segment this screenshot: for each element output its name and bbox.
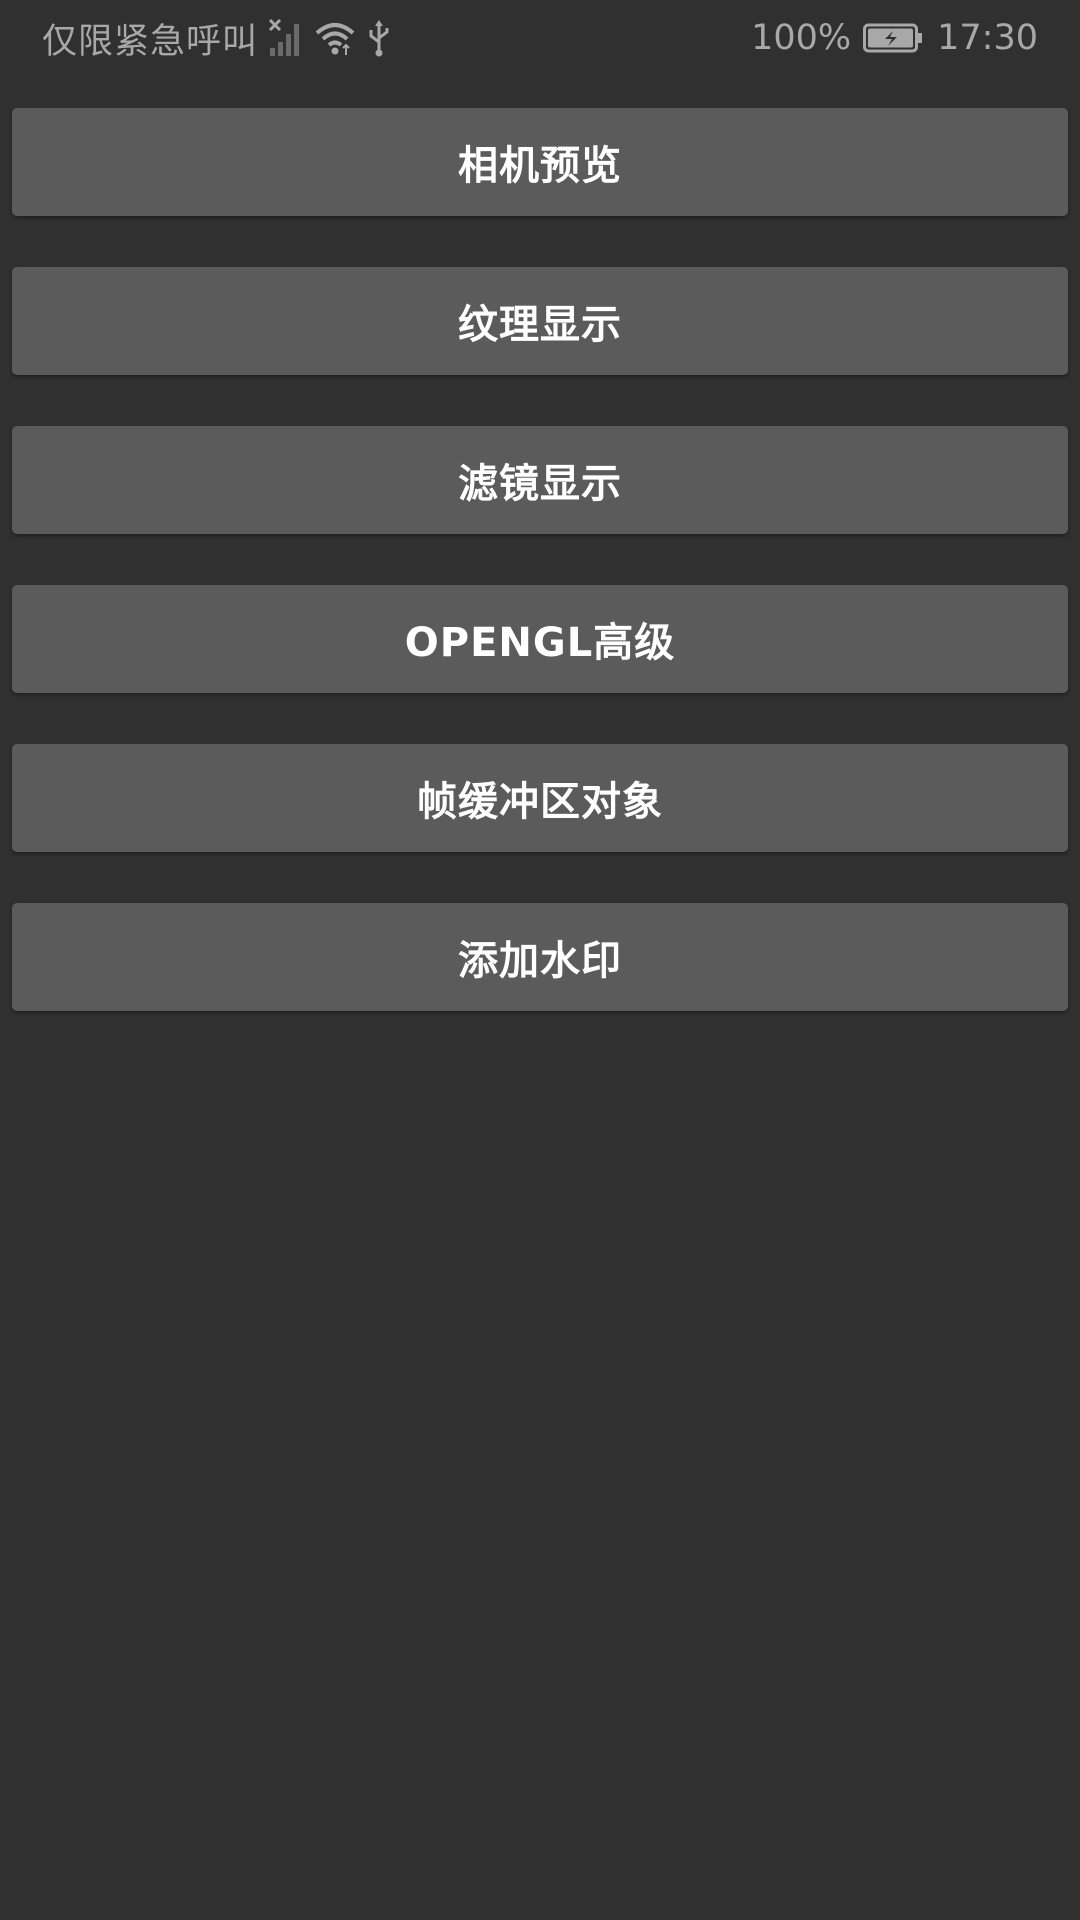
filter-display-button[interactable]: 滤镜显示 [12,426,1068,534]
status-left: 仅限紧急呼叫 [42,14,392,62]
opengl-advanced-button[interactable]: OPENGL高级 [12,585,1068,693]
battery-charging-icon [863,22,923,54]
camera-preview-button[interactable]: 相机预览 [12,108,1068,216]
texture-display-button[interactable]: 纹理显示 [12,267,1068,375]
status-right: 100% 17:30 [751,14,1038,62]
battery-percent: 100% [751,18,852,58]
framebuffer-object-button[interactable]: 帧缓冲区对象 [12,744,1068,852]
add-watermark-button[interactable]: 添加水印 [12,903,1068,1011]
carrier-text: 仅限紧急呼叫 [42,21,259,62]
clock: 17:30 [937,18,1038,58]
signal-no-sim-icon [268,18,304,58]
usb-icon [366,18,392,58]
status-bar: 仅限紧急呼叫 100% 17:30 [0,0,1080,75]
button-list: 相机预览 纹理显示 滤镜显示 OPENGL高级 帧缓冲区对象 添加水印 [12,108,1068,1062]
wifi-icon [314,19,356,57]
